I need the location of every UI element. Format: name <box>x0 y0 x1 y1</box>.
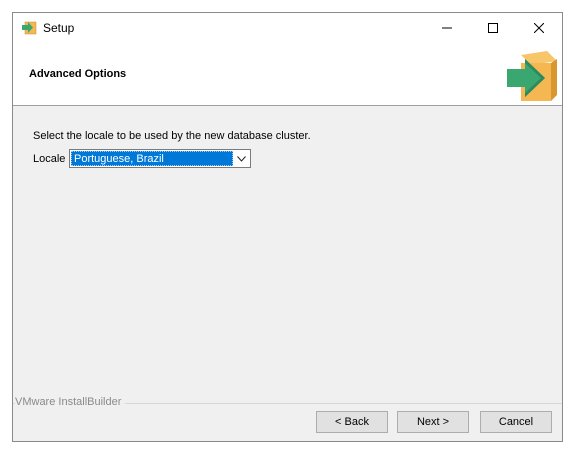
setup-window: Setup Advanced Options Select the locale… <box>12 12 563 442</box>
minimize-button[interactable] <box>424 13 470 43</box>
maximize-icon <box>488 23 498 33</box>
locale-label: Locale <box>33 153 66 165</box>
locale-dropdown[interactable]: Portuguese, Brazil <box>69 149 251 168</box>
page-title: Advanced Options <box>29 68 127 80</box>
title-bar[interactable]: Setup <box>13 13 562 43</box>
brand-label: VMware InstallBuilder <box>15 396 126 408</box>
window-title: Setup <box>43 21 75 35</box>
minimize-icon <box>442 27 452 29</box>
close-button[interactable] <box>516 13 562 43</box>
chevron-down-icon[interactable] <box>233 151 249 166</box>
installer-box-arrow-icon <box>503 47 559 103</box>
locale-selected-value: Portuguese, Brazil <box>71 151 233 166</box>
maximize-button[interactable] <box>470 13 516 43</box>
locale-description: Select the locale to be used by the new … <box>33 130 311 142</box>
wizard-header: Advanced Options <box>13 43 562 106</box>
cancel-button[interactable]: Cancel <box>480 411 552 433</box>
installer-box-icon <box>21 19 37 35</box>
next-button[interactable]: Next > <box>397 411 469 433</box>
back-button[interactable]: < Back <box>316 411 388 433</box>
close-icon <box>534 23 544 33</box>
